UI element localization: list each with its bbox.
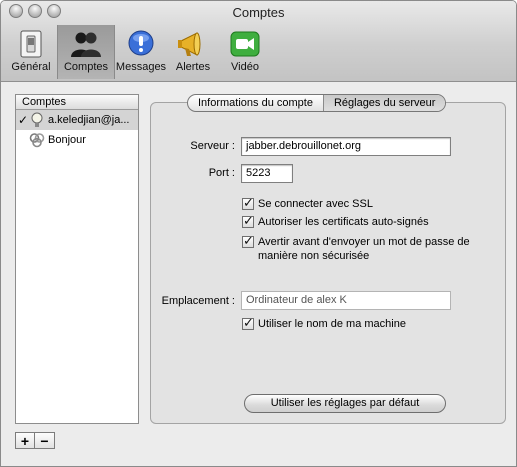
tab-account-info[interactable]: Informations du compte [188,95,323,111]
toolbar-item-alerts[interactable]: Alertes [167,25,219,79]
settings-tabs: Informations du compte Réglages du serve… [187,94,447,112]
bonjour-icon [29,132,45,148]
account-row-jabber[interactable]: ✓ a.keledjian@ja... [16,110,138,130]
toolbar-item-general[interactable]: Général [5,25,57,79]
use-machine-name-checkbox[interactable]: Utiliser le nom de ma machine [242,315,406,331]
checkbox-box[interactable] [242,233,254,249]
use-default-settings-button[interactable]: Utiliser les réglages par défaut [244,394,446,413]
insecure-password-warning-checkbox[interactable]: Avertir avant d'envoyer un mot de passe … [242,233,497,263]
location-label: Emplacement : [161,295,235,307]
toolbar: Général Comptes Messages Alertes Vidéo [5,25,271,79]
ssl-checkbox[interactable]: Se connecter avec SSL [242,195,373,211]
account-label: a.keledjian@ja... [48,114,130,126]
preferences-window: Comptes Général Comptes Messages Alertes… [0,0,517,467]
location-input[interactable]: Ordinateur de alex K [241,291,451,310]
toolbar-item-accounts[interactable]: Comptes [57,25,115,79]
toolbar-item-messages[interactable]: Messages [115,25,167,79]
account-label: Bonjour [48,134,86,146]
account-add-remove: + − [15,432,55,449]
video-camera-icon [229,29,261,59]
checkbox-box[interactable] [242,315,254,331]
tab-server-settings[interactable]: Réglages du serveur [322,95,446,111]
megaphone-icon [177,29,209,59]
server-input[interactable]: jabber.debrouillonet.org [241,137,451,156]
remove-account-button[interactable]: − [35,432,55,449]
enabled-checkmark: ✓ [18,113,29,127]
checkbox-box[interactable] [242,195,254,211]
account-row-bonjour[interactable]: Bonjour [16,130,138,150]
accounts-list-header: Comptes [16,95,138,110]
window-chrome: Comptes Général Comptes Messages Alertes… [1,1,516,82]
exclamation-bubble-icon [125,29,157,59]
lightbulb-icon [29,112,45,128]
toolbar-item-video[interactable]: Vidéo [219,25,271,79]
switch-icon [15,29,47,59]
people-icon [70,29,102,59]
window-title: Comptes [232,5,285,20]
server-label: Serveur : [190,140,235,152]
port-label: Port : [208,167,235,179]
checkbox-box[interactable] [242,213,254,229]
port-input[interactable]: 5223 [241,164,293,183]
accounts-list[interactable]: Comptes ✓ a.keledjian@ja... Bonjour [15,94,139,424]
self-signed-checkbox[interactable]: Autoriser les certificats auto-signés [242,213,429,229]
add-account-button[interactable]: + [15,432,35,449]
